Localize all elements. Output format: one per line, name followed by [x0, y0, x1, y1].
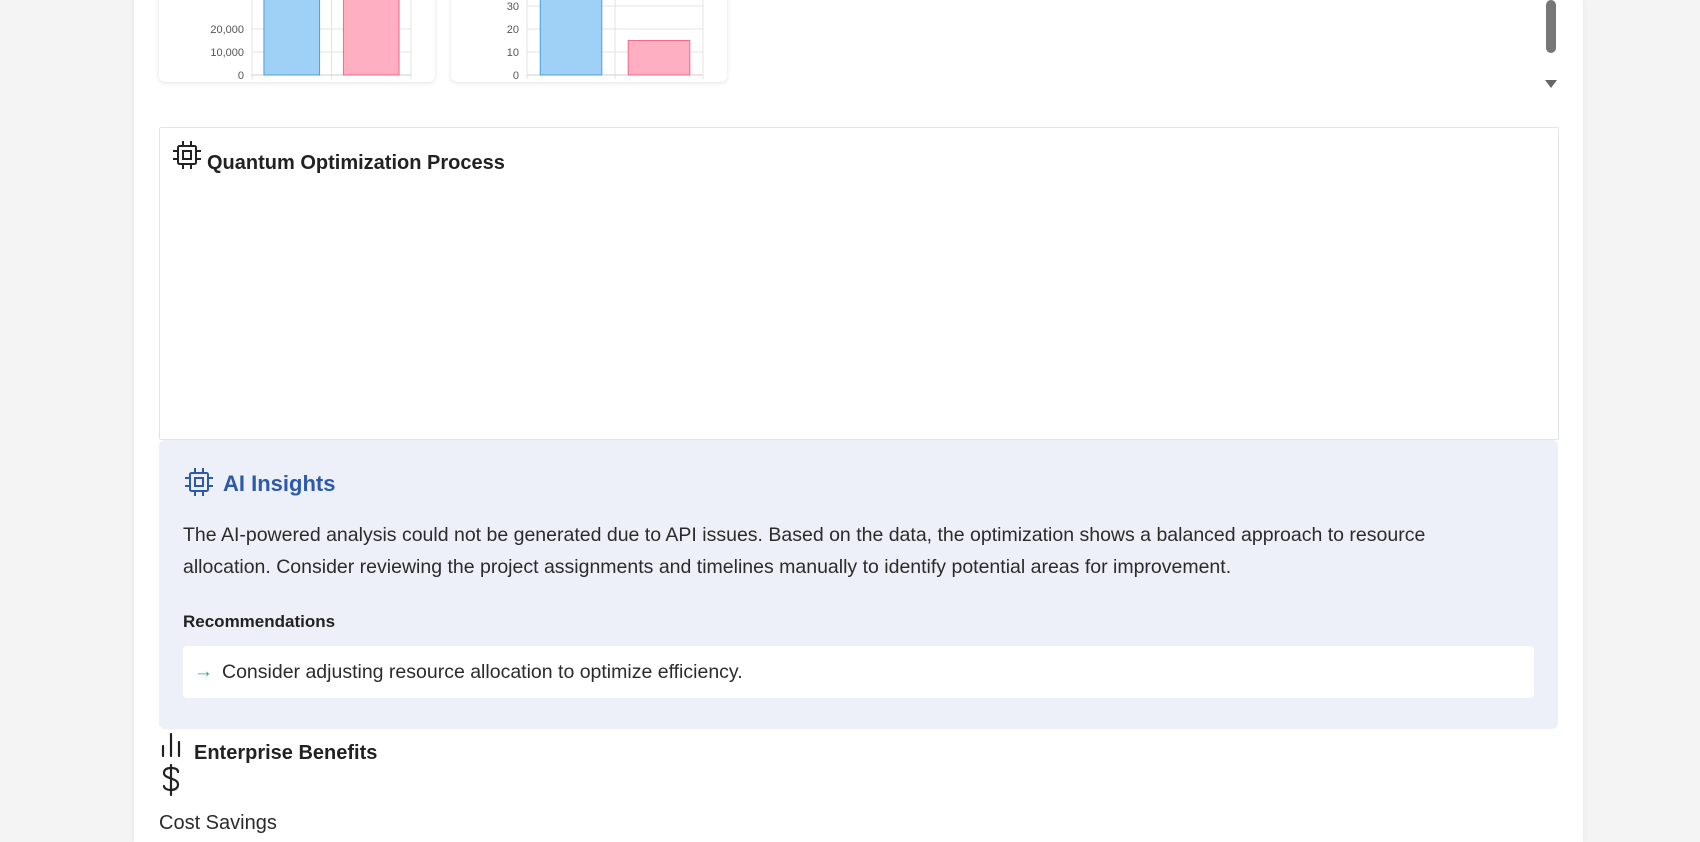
y-tick-label: 30 [507, 1, 519, 13]
ai-insights-panel: AI Insights The AI-powered analysis coul… [159, 440, 1558, 729]
report-page: 010,00020,000BudgetCurrent CostCost 0102… [134, 0, 1583, 842]
cpu-icon [173, 141, 201, 169]
bar-budget [263, 0, 321, 76]
recommendation-item: → Consider adjusting resource allocation… [183, 646, 1534, 698]
cpu-icon [185, 468, 213, 496]
dollar-icon [162, 763, 180, 797]
bar-current-cost [342, 0, 400, 76]
bar-chart-icon [161, 732, 181, 758]
scrollbar-thumb[interactable] [1546, 0, 1556, 53]
recommendation-text: Consider adjusting resource allocation t… [222, 660, 743, 683]
arrow-right-icon: → [194, 661, 213, 682]
ai-insights-summary: The AI-powered analysis could not be gen… [183, 524, 1426, 578]
time-bar-chart: 0102030DeadlineCurrent TimeDays [507, 0, 704, 82]
ai-insights-title: AI Insights [223, 471, 336, 496]
cost-bar-chart: 010,00020,000BudgetCurrent CostCost [210, 0, 412, 82]
enterprise-benefits-title: Enterprise Benefits [194, 742, 378, 764]
quantum-optimization-section: Quantum Optimization Process [159, 127, 1559, 440]
bar-current-time [627, 40, 691, 76]
bar-deadline [539, 0, 603, 76]
scroll-down-arrow-icon[interactable] [1545, 80, 1557, 88]
cost-savings-label: Cost Savings [159, 812, 277, 834]
time-chart-card: 0102030DeadlineCurrent TimeDays [451, 0, 727, 82]
cost-chart-card: 010,00020,000BudgetCurrent CostCost [159, 0, 435, 82]
recommendations-heading: Recommendations [183, 612, 336, 631]
y-tick-label: 20 [507, 24, 519, 36]
chart-scrollbar[interactable] [1543, 0, 1559, 95]
y-tick-label: 10,000 [210, 47, 244, 59]
y-tick-label: 0 [238, 70, 244, 82]
y-tick-label: 10 [507, 47, 519, 59]
quantum-section-title: Quantum Optimization Process [207, 152, 505, 174]
y-tick-label: 0 [513, 70, 519, 82]
y-tick-label: 20,000 [210, 24, 244, 36]
